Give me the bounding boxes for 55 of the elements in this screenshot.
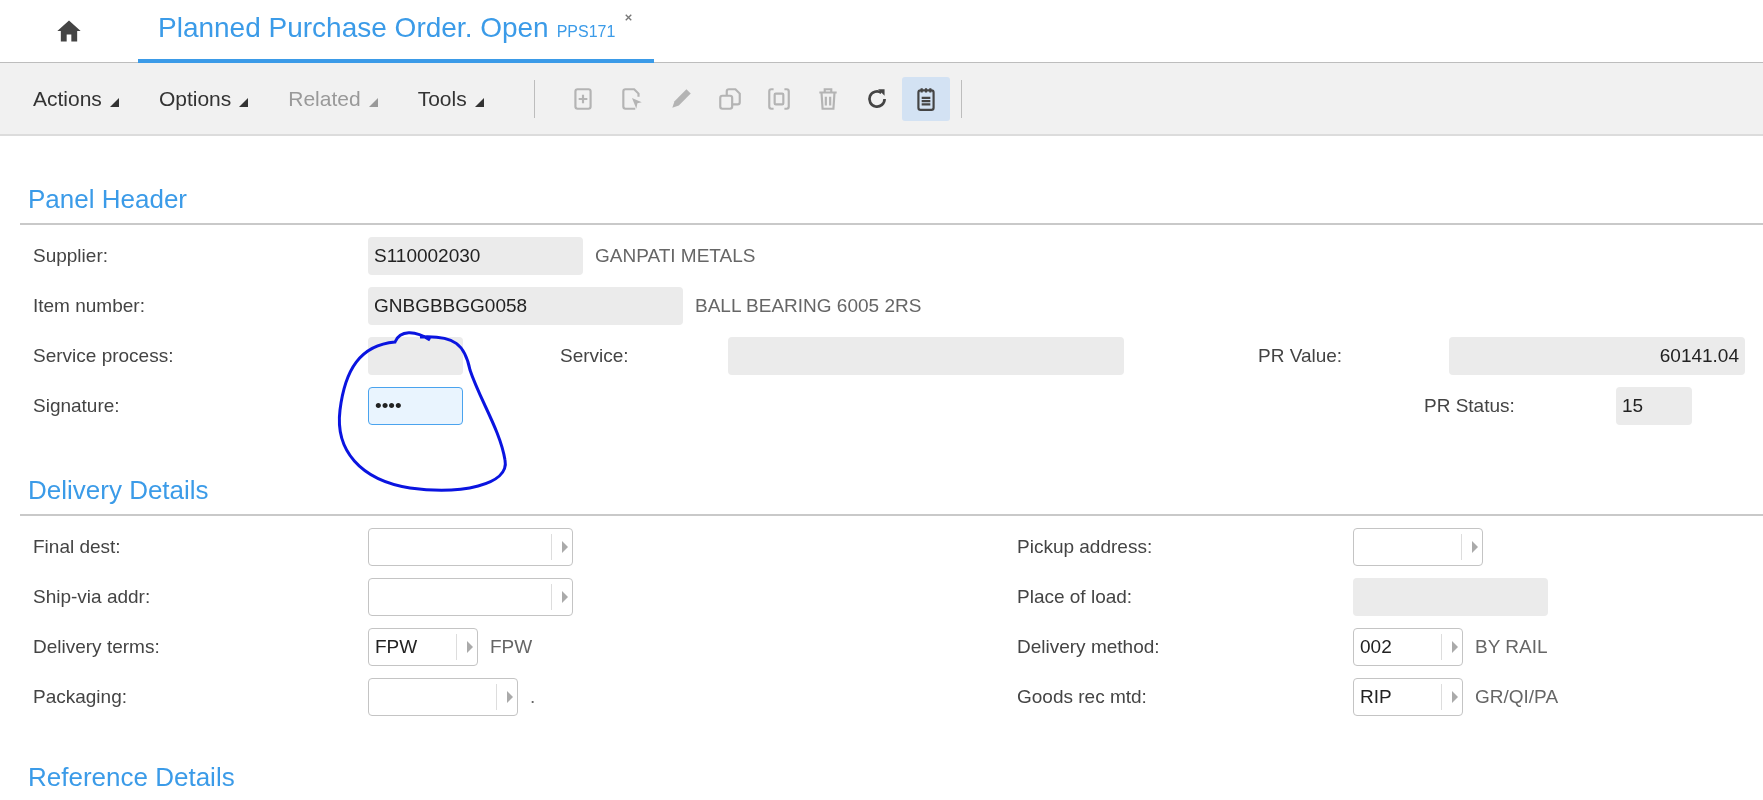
menu-button[interactable]: Actions [33,82,119,115]
readonly-field: 60141.04 [1449,337,1745,375]
field-description: FPW [490,634,533,659]
readonly-field: S110002030 [368,237,583,275]
field-label: Item number: [33,293,146,318]
field-label: Ship-via addr: [33,584,152,609]
field-description: BY RAIL [1475,634,1548,659]
caret-icon [474,98,484,107]
caret-icon [109,98,119,107]
password-field[interactable]: •••• [368,387,463,425]
arrow-icon [507,691,513,703]
lookup-field[interactable]: FPW [368,628,478,666]
lookup-field[interactable] [368,578,573,616]
section-title: Delivery Details [27,474,210,507]
readonly-field: GNBGBBGG0058 [368,287,683,325]
tab-title: Planned Purchase Order. Open [158,10,549,45]
caret-icon [239,98,249,107]
field-label: Pickup address: [1017,534,1154,559]
lookup-field[interactable] [368,678,518,716]
field-label: Delivery method: [1017,634,1161,659]
arrow-icon [1472,541,1478,553]
field-label: PR Status: [1424,393,1516,418]
field-description: GR/QI/PA [1475,684,1559,709]
readonly-field: 15 [1616,387,1692,425]
arrow-icon [562,591,568,603]
field-label: Service process: [33,343,175,368]
field-label: Supplier: [33,243,109,268]
caret-icon [368,98,378,107]
lookup-field[interactable] [368,528,573,566]
field-description: . [530,684,536,709]
field-description: GANPATI METALS [595,243,756,268]
field-label: Goods rec mtd: [1017,684,1148,709]
lookup-field[interactable]: 002 [1353,628,1463,666]
arrow-icon [467,641,473,653]
notes-button[interactable] [901,76,950,121]
field-label: Packaging: [33,684,128,709]
section-title: Panel Header [27,183,188,216]
field-label: Final dest: [33,534,122,559]
arrow-icon [562,541,568,553]
field-label: PR Value: [1258,343,1344,368]
lookup-field[interactable] [1353,528,1483,566]
arrow-icon [1452,641,1458,653]
menu-button[interactable]: Tools [417,82,484,115]
field-description: BALL BEARING 6005 2RS [695,293,922,318]
menu-button[interactable]: Options [158,82,249,115]
lookup-field[interactable]: RIP [1353,678,1463,716]
duplicate-icon [765,85,792,112]
field-label: Service: [560,343,630,368]
copy-icon [716,85,743,112]
section-title: Reference Details [27,761,236,794]
tab-code: PPS171 [556,21,616,42]
field-label: Place of load: [1017,584,1134,609]
arrow-icon [1452,691,1458,703]
field-label: Signature: [33,393,121,418]
field-label: Delivery terms: [33,634,161,659]
